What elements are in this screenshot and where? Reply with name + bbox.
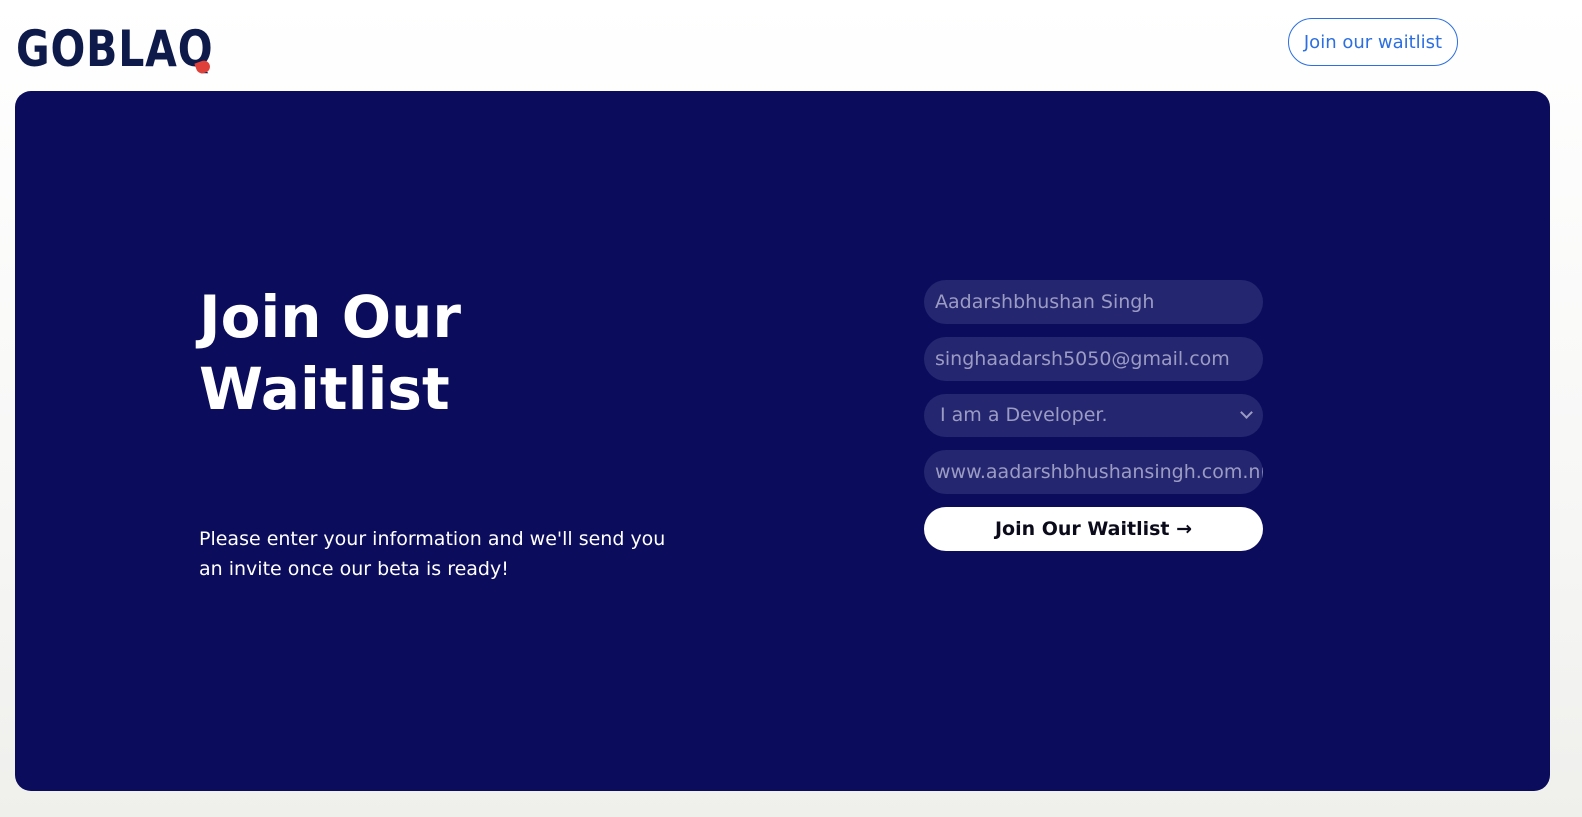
logo-text: GOBLAQ	[16, 20, 214, 78]
role-select-value: I am a Developer.	[940, 404, 1108, 426]
hero-title: Join Our Waitlist	[199, 283, 461, 423]
email-input[interactable]: singhaadarsh5050@gmail.com	[924, 337, 1263, 381]
join-waitlist-submit-button[interactable]: Join Our Waitlist →	[924, 507, 1263, 551]
logo[interactable]: GOBLAQ	[16, 20, 257, 76]
website-input[interactable]: www.aadarshbhushansingh.com.np	[924, 450, 1263, 494]
hero-panel: Join Our Waitlist Please enter your info…	[15, 91, 1550, 791]
hero-description: Please enter your information and we'll …	[199, 528, 666, 580]
name-input[interactable]: Aadarshbhushan Singh	[924, 280, 1263, 324]
role-select[interactable]: I am a Developer.	[924, 394, 1263, 437]
chevron-down-icon	[1240, 406, 1253, 419]
waitlist-form: Aadarshbhushan Singh singhaadarsh5050@gm…	[924, 280, 1263, 551]
page: GOBLAQ Join our waitlist Join Our Waitli…	[0, 0, 1582, 817]
join-waitlist-header-button[interactable]: Join our waitlist	[1288, 18, 1458, 66]
